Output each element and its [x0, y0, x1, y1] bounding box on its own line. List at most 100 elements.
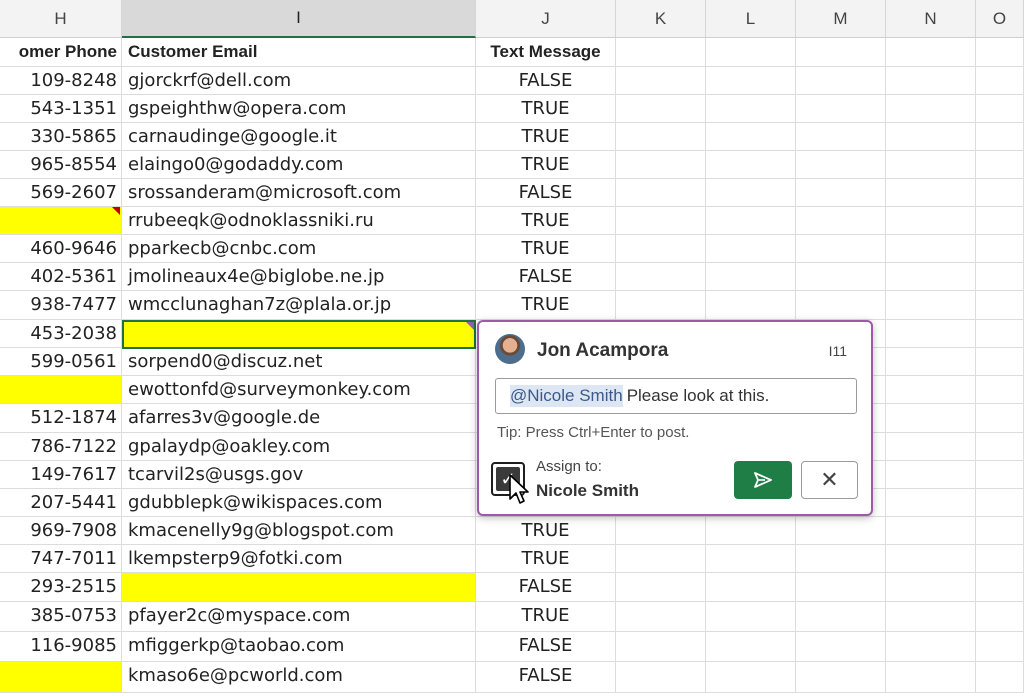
empty-cell[interactable]: [976, 433, 1024, 461]
header-customer-email[interactable]: Customer Email: [122, 38, 476, 67]
email-cell[interactable]: elaingo0@godaddy.com: [122, 151, 476, 179]
empty-cell[interactable]: [706, 263, 796, 291]
empty-cell[interactable]: [886, 573, 976, 602]
phone-cell[interactable]: 786-7122: [0, 433, 122, 461]
empty-cell[interactable]: [796, 632, 886, 662]
empty-cell[interactable]: [886, 461, 976, 489]
email-cell[interactable]: [122, 320, 476, 348]
empty-cell[interactable]: [976, 151, 1024, 179]
empty-cell[interactable]: [976, 67, 1024, 95]
empty-cell[interactable]: [886, 38, 976, 67]
empty-cell[interactable]: [616, 263, 706, 291]
text-message-cell[interactable]: FALSE: [476, 662, 616, 693]
empty-cell[interactable]: [706, 67, 796, 95]
empty-cell[interactable]: [796, 545, 886, 573]
empty-cell[interactable]: [976, 489, 1024, 517]
empty-cell[interactable]: [976, 179, 1024, 207]
empty-cell[interactable]: [976, 235, 1024, 263]
phone-cell[interactable]: 512-1874: [0, 404, 122, 433]
empty-cell[interactable]: [796, 179, 886, 207]
phone-cell[interactable]: [0, 376, 122, 404]
column-header-l[interactable]: L: [706, 0, 796, 38]
empty-cell[interactable]: [976, 207, 1024, 235]
empty-cell[interactable]: [616, 207, 706, 235]
email-cell[interactable]: rrubeeqk@odnoklassniki.ru: [122, 207, 476, 235]
empty-cell[interactable]: [976, 573, 1024, 602]
column-header-n[interactable]: N: [886, 0, 976, 38]
empty-cell[interactable]: [976, 263, 1024, 291]
phone-cell[interactable]: 293-2515: [0, 573, 122, 602]
empty-cell[interactable]: [796, 151, 886, 179]
text-message-cell[interactable]: TRUE: [476, 95, 616, 123]
empty-cell[interactable]: [976, 404, 1024, 433]
empty-cell[interactable]: [706, 573, 796, 602]
empty-cell[interactable]: [616, 123, 706, 151]
column-header-o[interactable]: O: [976, 0, 1024, 38]
empty-cell[interactable]: [796, 67, 886, 95]
email-cell[interactable]: tcarvil2s@usgs.gov: [122, 461, 476, 489]
empty-cell[interactable]: [796, 602, 886, 632]
empty-cell[interactable]: [886, 123, 976, 151]
empty-cell[interactable]: [886, 263, 976, 291]
text-message-cell[interactable]: TRUE: [476, 545, 616, 573]
phone-cell[interactable]: 938-7477: [0, 291, 122, 320]
empty-cell[interactable]: [616, 517, 706, 545]
phone-cell[interactable]: 569-2607: [0, 179, 122, 207]
empty-cell[interactable]: [616, 632, 706, 662]
empty-cell[interactable]: [886, 320, 976, 348]
email-cell[interactable]: pparkecb@cnbc.com: [122, 235, 476, 263]
email-cell[interactable]: carnaudinge@google.it: [122, 123, 476, 151]
comment-input[interactable]: @Nicole Smith Please look at this.: [495, 378, 857, 414]
text-message-cell[interactable]: TRUE: [476, 207, 616, 235]
email-cell[interactable]: mfiggerkp@taobao.com: [122, 632, 476, 662]
text-message-cell[interactable]: FALSE: [476, 179, 616, 207]
empty-cell[interactable]: [616, 67, 706, 95]
empty-cell[interactable]: [796, 207, 886, 235]
empty-cell[interactable]: [706, 207, 796, 235]
empty-cell[interactable]: [796, 235, 886, 263]
email-cell[interactable]: srossanderam@microsoft.com: [122, 179, 476, 207]
phone-cell[interactable]: 969-7908: [0, 517, 122, 545]
empty-cell[interactable]: [706, 179, 796, 207]
empty-cell[interactable]: [706, 38, 796, 67]
text-message-cell[interactable]: FALSE: [476, 573, 616, 602]
text-message-cell[interactable]: FALSE: [476, 67, 616, 95]
text-message-cell[interactable]: TRUE: [476, 235, 616, 263]
empty-cell[interactable]: [886, 376, 976, 404]
empty-cell[interactable]: [706, 662, 796, 693]
empty-cell[interactable]: [796, 38, 886, 67]
phone-cell[interactable]: 385-0753: [0, 602, 122, 632]
phone-cell[interactable]: 402-5361: [0, 263, 122, 291]
header-text-message[interactable]: Text Message: [476, 38, 616, 67]
phone-cell[interactable]: 453-2038: [0, 320, 122, 348]
column-header-k[interactable]: K: [616, 0, 706, 38]
email-cell[interactable]: gspeighthw@opera.com: [122, 95, 476, 123]
mention-tag[interactable]: @Nicole Smith: [510, 385, 623, 407]
email-cell[interactable]: gpalaydp@oakley.com: [122, 433, 476, 461]
column-header-h[interactable]: H: [0, 0, 122, 38]
header-customer-phone[interactable]: omer Phone: [0, 38, 122, 67]
phone-cell[interactable]: 965-8554: [0, 151, 122, 179]
empty-cell[interactable]: [796, 573, 886, 602]
empty-cell[interactable]: [886, 235, 976, 263]
empty-cell[interactable]: [976, 95, 1024, 123]
empty-cell[interactable]: [706, 517, 796, 545]
empty-cell[interactable]: [976, 348, 1024, 376]
text-message-cell[interactable]: TRUE: [476, 602, 616, 632]
empty-cell[interactable]: [616, 573, 706, 602]
text-message-cell[interactable]: TRUE: [476, 291, 616, 320]
empty-cell[interactable]: [976, 461, 1024, 489]
empty-cell[interactable]: [976, 632, 1024, 662]
empty-cell[interactable]: [886, 517, 976, 545]
column-header-j[interactable]: J: [476, 0, 616, 38]
empty-cell[interactable]: [886, 662, 976, 693]
empty-cell[interactable]: [886, 489, 976, 517]
email-cell[interactable]: gdubblepk@wikispaces.com: [122, 489, 476, 517]
email-cell[interactable]: ewottonfd@surveymonkey.com: [122, 376, 476, 404]
empty-cell[interactable]: [796, 263, 886, 291]
empty-cell[interactable]: [886, 67, 976, 95]
empty-cell[interactable]: [616, 291, 706, 320]
empty-cell[interactable]: [886, 433, 976, 461]
email-cell[interactable]: lkempsterp9@fotki.com: [122, 545, 476, 573]
email-cell[interactable]: pfayer2c@myspace.com: [122, 602, 476, 632]
